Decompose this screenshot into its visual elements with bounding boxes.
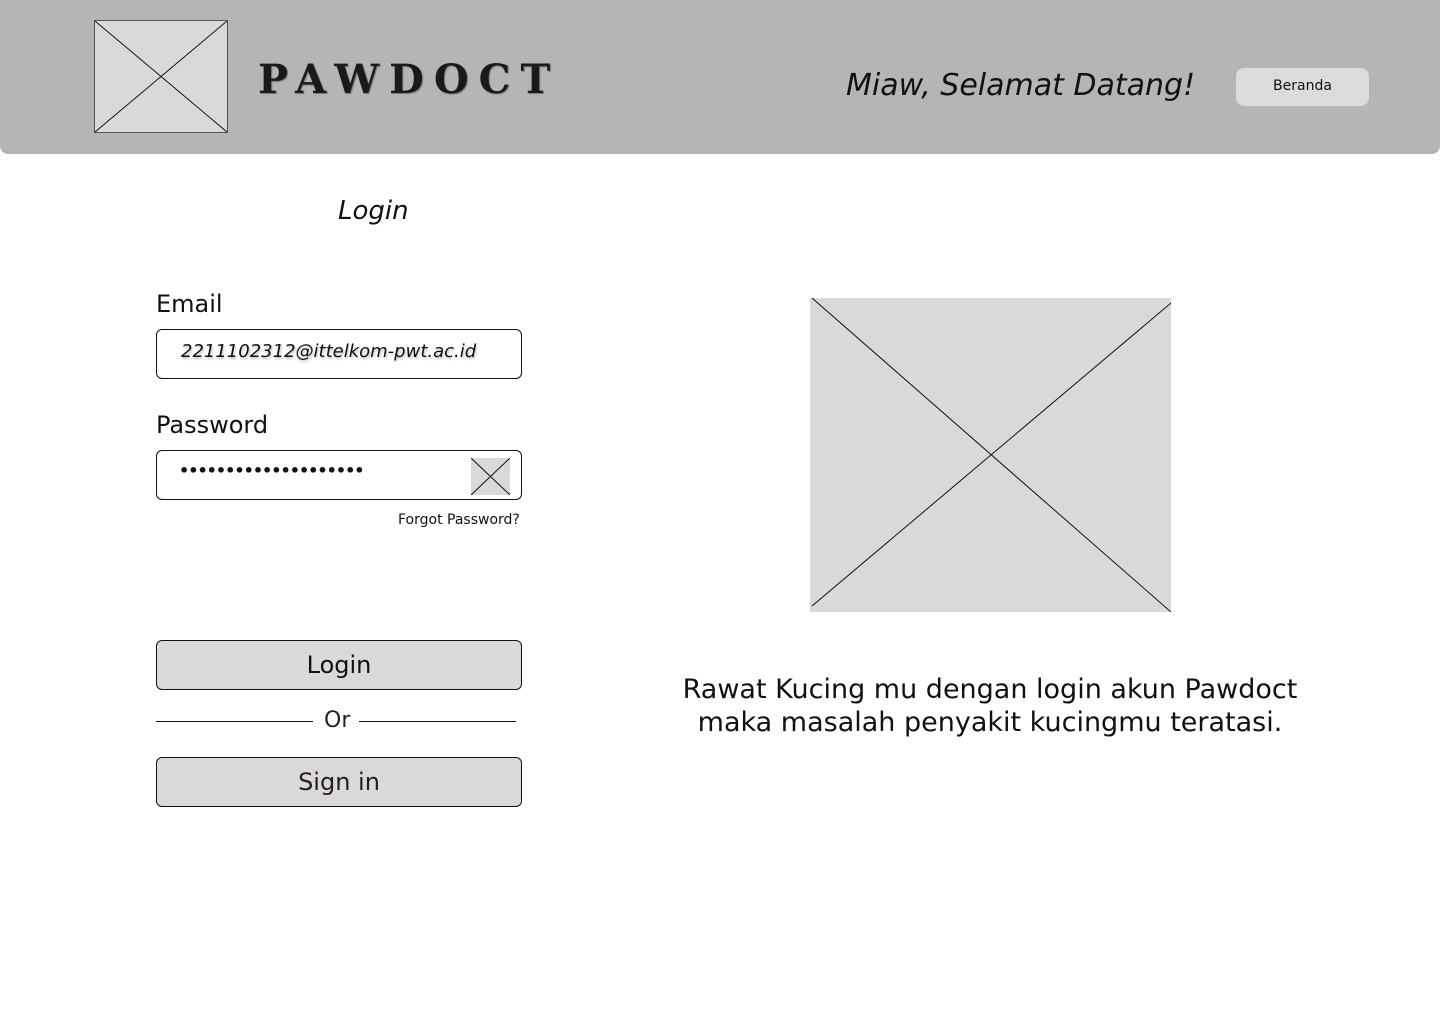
email-label: Email <box>156 290 223 318</box>
forgot-password-link[interactable]: Forgot Password? <box>398 512 520 528</box>
logo-image-placeholder-icon <box>94 20 228 133</box>
tagline-line-1: Rawat Kucing mu dengan login akun Pawdoc… <box>682 674 1298 705</box>
password-label: Password <box>156 411 269 439</box>
hero-image-placeholder-icon <box>810 298 1171 612</box>
header-bar: PAWDOCT Miaw, Selamat Datang! Beranda <box>0 0 1440 154</box>
signin-button[interactable]: Sign in <box>156 757 522 807</box>
divider-or-text: Or <box>324 708 351 733</box>
brand-name: PAWDOCT <box>258 56 561 103</box>
password-toggle-icon[interactable] <box>471 458 510 495</box>
password-field[interactable]: •••••••••••••••••••• <box>156 450 522 500</box>
tagline-line-2: maka masalah penyakit kucingmu teratasi. <box>697 707 1283 738</box>
hero-tagline: Rawat Kucing mu dengan login akun Pawdoc… <box>640 673 1340 739</box>
divider-left <box>156 721 313 722</box>
welcome-text: Miaw, Selamat Datang! <box>846 68 1196 103</box>
beranda-button[interactable]: Beranda <box>1236 68 1369 106</box>
password-masked-value: •••••••••••••••••••• <box>179 461 365 480</box>
login-button[interactable]: Login <box>156 640 522 690</box>
email-value: 2211102312@ittelkom-pwt.ac.id <box>181 341 477 362</box>
divider-right <box>359 721 516 722</box>
email-field[interactable]: 2211102312@ittelkom-pwt.ac.id <box>156 329 522 379</box>
login-title: Login <box>338 196 409 226</box>
